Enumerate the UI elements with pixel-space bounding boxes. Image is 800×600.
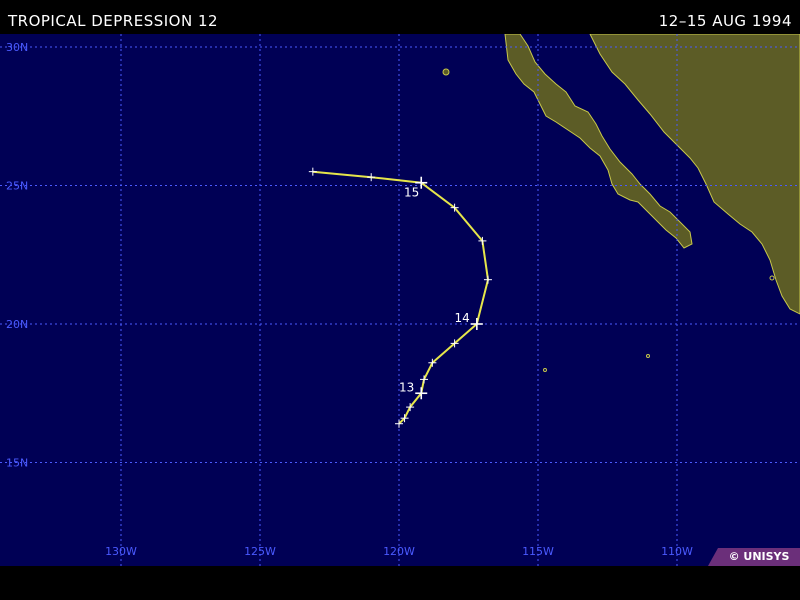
latitude-label: 15N — [6, 457, 28, 470]
latitude-label: 30N — [6, 41, 28, 54]
island — [442, 68, 450, 76]
day-label: 15 — [404, 186, 419, 200]
storm-title: TROPICAL DEPRESSION 12 — [8, 12, 219, 30]
track-map: 130W 125W 120W 115W 110W 30N 25N 20N 15N 13 14 15 — [0, 34, 800, 566]
longitude-label: 125W — [244, 545, 276, 558]
longitude-label: 120W — [383, 545, 415, 558]
header-bar: TROPICAL DEPRESSION 12 12–15 AUG 1994 — [0, 0, 800, 34]
latitude-label: 25N — [6, 180, 28, 193]
date-range: 12–15 AUG 1994 — [658, 12, 792, 30]
unisys-credit: © UNISYS — [708, 548, 800, 566]
footer-bar — [0, 566, 800, 600]
latitude-label: 20N — [6, 318, 28, 331]
day-label: 14 — [455, 311, 470, 325]
day-label: 13 — [399, 380, 414, 394]
longitude-label: 130W — [105, 545, 137, 558]
longitude-label: 110W — [661, 545, 693, 558]
longitude-label: 115W — [522, 545, 554, 558]
